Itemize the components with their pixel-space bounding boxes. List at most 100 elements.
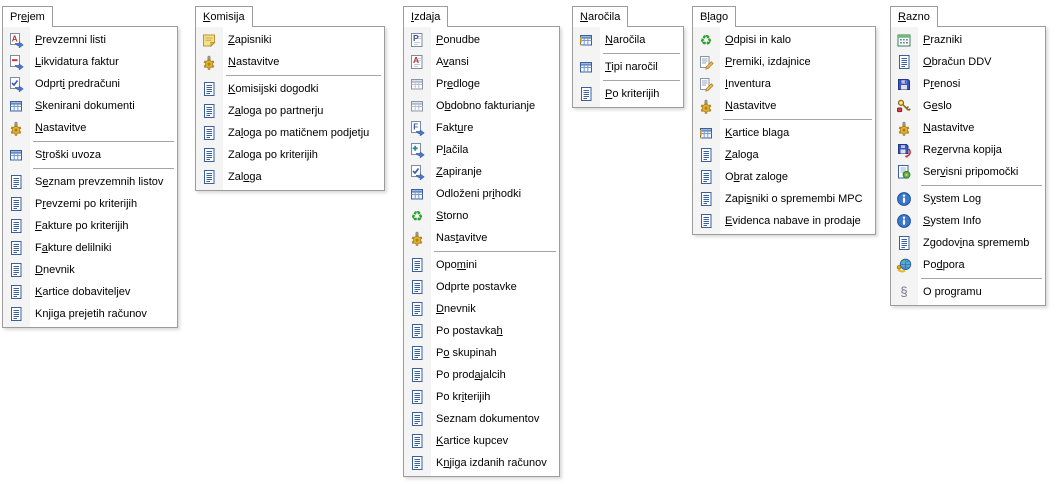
table-light-icon [409,76,425,92]
menu-item-prenosi[interactable]: Prenosi [891,73,1045,95]
menu-item-label: Obdobno fakturianje [436,100,535,112]
menu-item-label: Nastavitve [436,232,487,244]
menu-item-placila[interactable]: Plačila [404,139,559,161]
menu-item-inventura[interactable]: Inventura [693,73,875,95]
gear-icon [409,230,425,246]
menu-item-seznam-dokumentov[interactable]: Seznam dokumentov [404,408,559,430]
menu-separator [226,75,381,76]
menu-item-zaloga-po-partnerju[interactable]: Zaloga po partnerju [196,100,384,122]
menu-item-prevzemni-listi[interactable]: APrevzemni listi [3,29,177,51]
svg-text:A: A [12,35,18,44]
menu-item-odprti-predracuni[interactable]: Odprti predračuni [3,73,177,95]
menu-item-kartice-kupcev[interactable]: Kartice kupcev [404,430,559,452]
menu-item-prevzemi-po-kriterijih[interactable]: Prevzemi po kriterijih [3,193,177,215]
menu-tab-narocila[interactable]: Naročila [572,6,628,27]
menu-item-obrat-zaloge[interactable]: Obrat zaloge [693,166,875,188]
menu-item-kartice-dobaviteljev[interactable]: Kartice dobaviteljev [3,281,177,303]
menu-tab-izdaja[interactable]: Izdaja [403,6,448,27]
menu-item-zaloga-po-maticnem-podjetju[interactable]: Zaloga po matičnem podjetju [196,122,384,144]
menu-item-nastavitve[interactable]: Nastavitve [3,117,177,139]
menu-item-knjiga-prejetih-racunov[interactable]: Knjiga prejetih računov [3,303,177,325]
menu-item-label: Predloge [436,78,480,90]
menu-item-zaloga[interactable]: Zaloga [693,144,875,166]
menu-item-label: Fakture [436,122,473,134]
floppy-icon [896,76,912,92]
report-icon [8,196,24,212]
recycle-icon: ♻ [698,32,714,48]
menu-item-label: Odprti predračuni [35,78,120,90]
menu-item-evidenca-nabave-in-prodaje[interactable]: Evidenca nabave in prodaje [693,210,875,232]
menu-item-podpora[interactable]: Podpora [891,254,1045,276]
menu-item-knjiga-izdanih-racunov[interactable]: Knjiga izdanih računov [404,452,559,474]
menu-item-rezervna-kopija[interactable]: Rezervna kopija [891,139,1045,161]
menu-item-tipi-narocil[interactable]: Tipi naročil [573,56,683,78]
menu-item-fakture-po-kriterijih[interactable]: Fakture po kriterijih [3,215,177,237]
doc-check-arrow-icon [8,76,24,92]
menu-item-nastavitve[interactable]: Nastavitve [196,51,384,73]
doc-a-arrow-icon: A [8,32,24,48]
menu-item-zapiranje[interactable]: Zapiranje [404,161,559,183]
menu-item-po-skupinah[interactable]: Po skupinah [404,342,559,364]
menu-item-label: Naročila [605,34,645,46]
menu-item-premiki-izdajnice[interactable]: Premiki, izdajnice [693,51,875,73]
menu-item-odpisi-in-kalo[interactable]: ♻Odpisi in kalo [693,29,875,51]
menu-item-fakture[interactable]: FFakture [404,117,559,139]
menu-item-stroski-uvoza[interactable]: Stroški uvoza [3,144,177,166]
menu-item-seznam-prevzemnih-listov[interactable]: Seznam prevzemnih listov [3,171,177,193]
menu-item-po-prodajalcih[interactable]: Po prodajalcih [404,364,559,386]
menu-item-zapisniki-o-spremembi-mpc[interactable]: Zapisniki o spremembi MPC [693,188,875,210]
menu-item-storno[interactable]: ♻Storno [404,205,559,227]
menu-tab-prejem[interactable]: Prejem [2,6,53,27]
menu-tab-razno[interactable]: Razno [890,6,938,27]
menu-item-ponudbe[interactable]: PPonudbe [404,29,559,51]
menu-item-label: Opomini [436,259,477,271]
menu-item-opomini[interactable]: Opomini [404,254,559,276]
menu-item-dnevnik[interactable]: Dnevnik [3,259,177,281]
menu-item-obracun-ddv[interactable]: Obračun DDV [891,51,1045,73]
menu-item-likvidatura-faktur[interactable]: Likvidatura faktur [3,51,177,73]
menu-item-dnevnik[interactable]: Dnevnik [404,298,559,320]
menu-item-predloge[interactable]: Predloge [404,73,559,95]
menu-item-po-postavkah[interactable]: Po postavkah [404,320,559,342]
menu-item-odlozeni-prihodki[interactable]: Odloženi prihodki [404,183,559,205]
menu-item-o-programu[interactable]: §O programu [891,281,1045,303]
menu-item-nastavitve[interactable]: Nastavitve [891,117,1045,139]
menu-item-obdobno-fakturianje[interactable]: Obdobno fakturianje [404,95,559,117]
menu-item-prazniki[interactable]: Prazniki [891,29,1045,51]
menu-item-system-info[interactable]: System Info [891,210,1045,232]
menu-item-label: System Info [923,215,981,227]
menu-item-system-log[interactable]: System Log [891,188,1045,210]
menu-item-label: Komisijski dogodki [228,83,319,95]
report-icon [8,240,24,256]
menu-item-label: Obrat zaloge [725,171,788,183]
menu-tab-blago[interactable]: Blago [692,6,736,27]
menu-item-avansi[interactable]: AAvansi [404,51,559,73]
doc-service-icon [896,164,912,180]
menu-item-narocila[interactable]: !Naročila [573,29,683,51]
report-icon [8,262,24,278]
menu-tab-komisija[interactable]: Komisija [195,6,253,27]
menu-title: Blago [700,11,728,23]
menu-item-zaloga[interactable]: Zaloga [196,166,384,188]
menu-item-label: Obračun DDV [923,56,991,68]
menu-item-zapisniki[interactable]: Zapisniki [196,29,384,51]
menu-item-geslo[interactable]: Geslo [891,95,1045,117]
menu-item-nastavitve[interactable]: Nastavitve [693,95,875,117]
menu-item-label: Servisni pripomočki [923,166,1018,178]
menu-item-odprte-postavke[interactable]: Odprte postavke [404,276,559,298]
menu-item-zgodovina-sprememb[interactable]: Zgodovina sprememb [891,232,1045,254]
menu-item-po-kriterijih[interactable]: Po kriterijih [573,83,683,105]
menu-separator [603,53,680,54]
menu-item-po-kriterijih[interactable]: Po kriterijih [404,386,559,408]
gear-icon [698,98,714,114]
calendar-icon [896,32,912,48]
menu-item-servisni-pripomocki[interactable]: Servisni pripomočki [891,161,1045,183]
menu-item-nastavitve[interactable]: Nastavitve [404,227,559,249]
gear-icon [201,54,217,70]
menu-item-skenirani-dokumenti[interactable]: Skenirani dokumenti [3,95,177,117]
menu-item-fakture-delilniki[interactable]: Fakture delilniki [3,237,177,259]
menu-separator [33,168,174,169]
menu-item-komisijski-dogodki[interactable]: Komisijski dogodki [196,78,384,100]
menu-item-kartice-blaga[interactable]: !Kartice blaga [693,122,875,144]
menu-item-zaloga-po-kriterijih[interactable]: Zaloga po kriterijih [196,144,384,166]
